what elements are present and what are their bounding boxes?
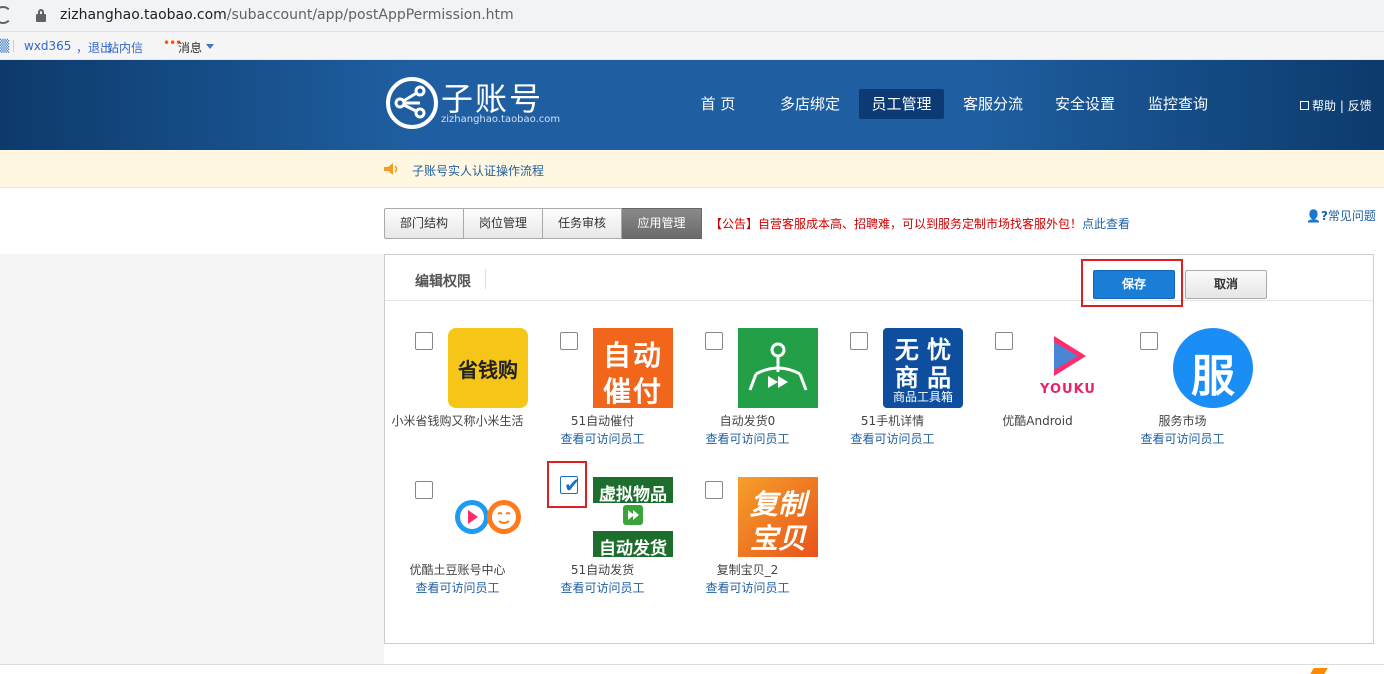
taobao-top-bar: ▒ wxd365 ，退出 站内信 ••• 消息 <box>0 32 1384 60</box>
realname-verification-link[interactable]: 子账号实人认证操作流程 <box>412 162 544 179</box>
copy-item-icon: 复制 宝贝 <box>738 477 818 557</box>
edit-permission-panel: 编辑权限 保存 取消 省钱购 小米省钱购又称小米生活 自动 催付 51自动催付 … <box>384 254 1374 644</box>
footer-divider <box>0 664 1384 665</box>
app-item: 服 服务市场 查看可访问员工 <box>1110 328 1255 458</box>
cancel-button[interactable]: 取消 <box>1185 270 1267 299</box>
app-name: 服务市场 <box>1158 414 1207 428</box>
user-question-icon: 👤? <box>1306 209 1328 223</box>
tab-department-structure[interactable]: 部门结构 <box>384 208 464 239</box>
help-link[interactable]: 帮助 <box>1312 99 1336 113</box>
topbar-edge-icon: ▒ <box>0 39 10 53</box>
app-checkbox[interactable] <box>705 481 723 499</box>
icon-label: 服 <box>1191 351 1235 402</box>
username-link[interactable]: wxd365 <box>24 39 71 53</box>
inmail-link[interactable]: 站内信 <box>107 39 143 56</box>
save-button[interactable]: 保存 <box>1093 270 1175 299</box>
app-item: 复制 宝贝 复制宝贝_2 查看可访问员工 <box>675 477 820 607</box>
app-checkbox[interactable] <box>995 332 1013 350</box>
chevron-down-icon[interactable] <box>206 44 214 49</box>
site-header: 子账号 zizhanghao.taobao.com 首 页 多店绑定 员工管理 … <box>0 60 1384 150</box>
notice-bar: 子账号实人认证操作流程 <box>0 150 1384 188</box>
wuyou-goods-icon: 无 忧 商 品 商品工具箱 <box>883 328 963 408</box>
tab-app-management[interactable]: 应用管理 <box>622 208 702 239</box>
shengqiangou-icon: 省钱购 <box>448 328 528 408</box>
faq-label: 常见问题 <box>1327 209 1376 223</box>
title-divider <box>485 269 486 289</box>
app-checkbox[interactable] <box>705 332 723 350</box>
tab-task-review[interactable]: 任务审核 <box>543 208 622 239</box>
icon-label: 省钱购 <box>458 358 518 382</box>
app-checkbox[interactable] <box>415 481 433 499</box>
url-path: /subaccount/app/postAppPermission.htm <box>226 7 514 23</box>
nav-staff-management[interactable]: 员工管理 <box>859 89 944 119</box>
virtual-goods-icon: 虚拟物品 自动发货 <box>593 477 673 557</box>
nav-monitoring[interactable]: 监控查询 <box>1140 89 1216 119</box>
auto-remind-pay-icon: 自动 催付 <box>593 328 673 408</box>
icon-label: 催付 <box>602 375 663 408</box>
browser-address-bar[interactable]: zizhanghao.taobao.com/subaccount/app/pos… <box>0 0 1384 32</box>
announcement: 【公告】自营客服成本高、招聘难，可以到服务定制市场找客服外包！点此查看 <box>710 215 1130 232</box>
app-checkbox[interactable] <box>415 332 433 350</box>
tab-position-management[interactable]: 岗位管理 <box>464 208 543 239</box>
faq-link[interactable]: 👤?常见问题 <box>1306 207 1376 224</box>
sub-tabs: 部门结构 岗位管理 任务审核 应用管理 <box>384 208 702 239</box>
announcement-link[interactable]: 点此查看 <box>1082 217 1130 231</box>
footer-mark <box>1310 668 1328 674</box>
announcement-text: 【公告】自营客服成本高、招聘难，可以到服务定制市场找客服外包！ <box>710 217 1083 231</box>
nav-multi-shop[interactable]: 多店绑定 <box>772 89 848 119</box>
feedback-link[interactable]: 反馈 <box>1348 99 1372 113</box>
app-checkbox[interactable] <box>850 332 868 350</box>
external-link-icon <box>1300 101 1309 110</box>
app-item: 无 忧 商 品 商品工具箱 51手机详情 查看可访问员工 <box>820 328 965 458</box>
youku-tudou-icon <box>448 477 528 557</box>
help-links: 帮助 | 反馈 <box>1300 97 1372 114</box>
panel-header-divider <box>385 300 1373 301</box>
app-checkbox[interactable] <box>1140 332 1158 350</box>
subaccount-logo-icon[interactable] <box>386 77 438 129</box>
lock-icon[interactable] <box>36 9 46 22</box>
icon-label: YOUKU <box>1040 382 1096 397</box>
icon-label: 虚拟物品 <box>599 485 667 505</box>
icon-label: 自动发货 <box>599 539 667 557</box>
icon-label: 商品工具箱 <box>892 390 953 404</box>
play-box-icon <box>623 505 643 525</box>
app-name: 复制宝贝_2 <box>716 563 779 577</box>
auto-ship-icon <box>738 328 818 408</box>
checkmark-icon: ✔ <box>564 473 581 497</box>
app-checkbox[interactable] <box>560 332 578 350</box>
url-text[interactable]: zizhanghao.taobao.com/subaccount/app/pos… <box>60 7 514 23</box>
icon-label: 自动 <box>602 339 663 372</box>
topbar-divider <box>13 40 14 52</box>
view-staff-link[interactable]: 查看可访问员工 <box>645 579 850 596</box>
youku-icon: YOUKU <box>1028 328 1108 408</box>
nav-security-settings[interactable]: 安全设置 <box>1047 89 1123 119</box>
messages-menu[interactable]: 消息 <box>178 39 202 56</box>
speaker-icon <box>384 163 398 175</box>
help-separator: | <box>1339 99 1344 113</box>
panel-title: 编辑权限 <box>415 274 471 290</box>
nav-customer-service-routing[interactable]: 客服分流 <box>955 89 1031 119</box>
service-market-icon: 服 <box>1173 328 1253 408</box>
app-checkbox[interactable]: ✔ <box>560 473 581 497</box>
reload-icon[interactable] <box>0 6 12 24</box>
view-staff-link[interactable]: 查看可访问员工 <box>1080 430 1285 447</box>
url-host: zizhanghao.taobao.com <box>60 7 227 23</box>
logo-subtitle: zizhanghao.taobao.com <box>441 114 561 125</box>
left-panel <box>0 254 384 664</box>
nav-home[interactable]: 首 页 <box>690 89 746 119</box>
icon-label: 宝贝 <box>749 522 806 555</box>
